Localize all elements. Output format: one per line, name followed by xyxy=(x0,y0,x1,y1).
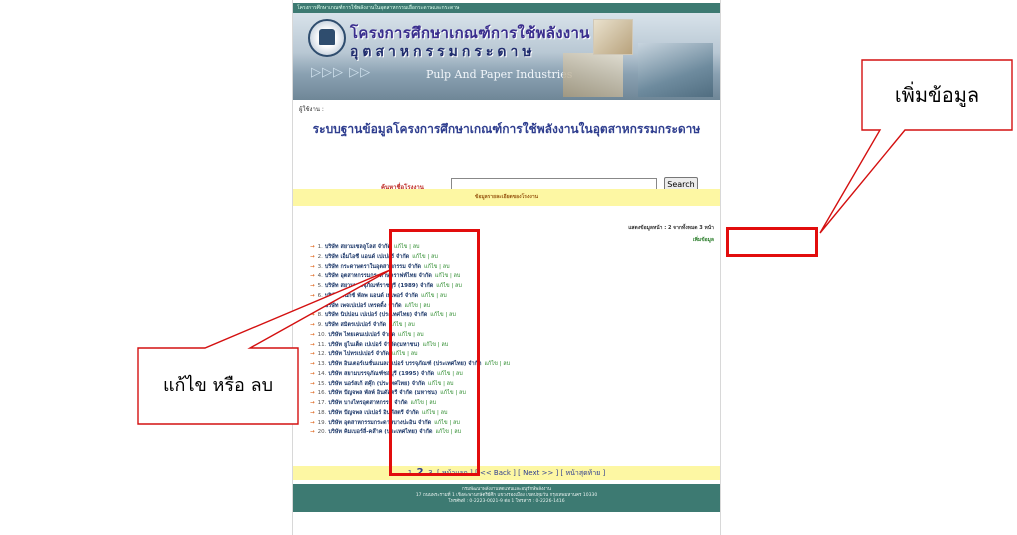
edit-callout-text: แก้ไข หรือ ลบ xyxy=(162,375,274,396)
add-callout-text: เพิ่มข้อมูล xyxy=(894,83,980,107)
